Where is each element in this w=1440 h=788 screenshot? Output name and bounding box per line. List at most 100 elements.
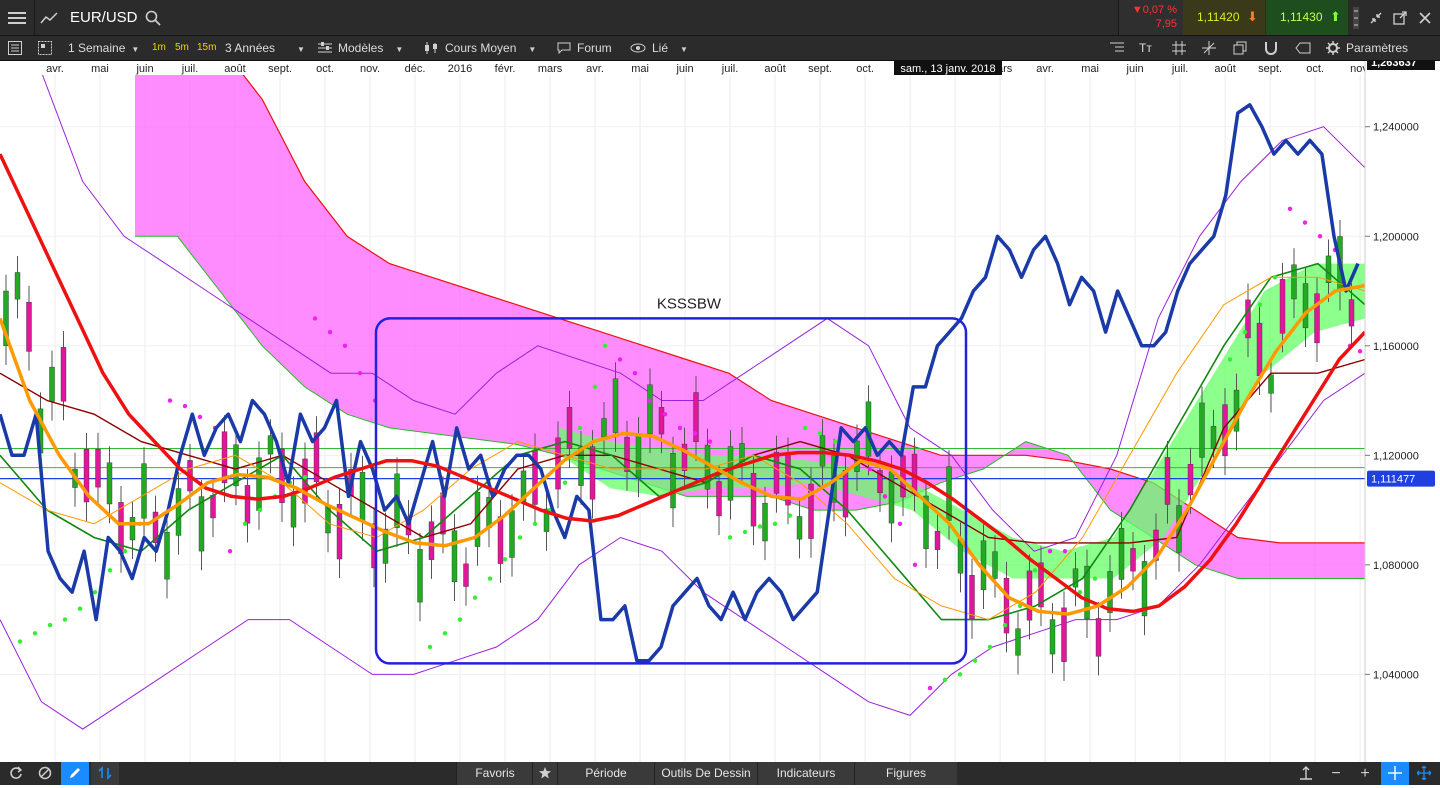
tab-indicators[interactable]: Indicateurs bbox=[757, 762, 854, 785]
menu-icon[interactable] bbox=[0, 0, 34, 35]
sar-dot bbox=[257, 507, 263, 513]
timeframe-1m[interactable]: 1m bbox=[150, 41, 168, 55]
sar-dot bbox=[1002, 622, 1008, 628]
range-value: 3 Années bbox=[225, 41, 276, 55]
candle-body bbox=[762, 502, 768, 542]
popout-icon[interactable] bbox=[1388, 0, 1412, 35]
move-icon[interactable] bbox=[1410, 762, 1438, 785]
fit-icon[interactable] bbox=[1292, 762, 1320, 785]
candle-body bbox=[129, 517, 136, 541]
chart-type-select[interactable]: Cours Moyen ▼ bbox=[424, 36, 536, 60]
linked-select[interactable]: Lié ▼ bbox=[630, 36, 688, 60]
sar-dot bbox=[692, 431, 698, 436]
interval-value: 1 Semaine bbox=[68, 41, 126, 55]
scroll-handle-icon[interactable] bbox=[1349, 0, 1363, 35]
candle-body bbox=[14, 272, 21, 300]
sar-dot bbox=[1357, 349, 1363, 354]
x-tick-label: avr. bbox=[1036, 63, 1054, 75]
candle-body bbox=[463, 563, 469, 587]
buy-button[interactable]: 1,11430 ⬆ bbox=[1266, 0, 1348, 35]
sell-button[interactable]: 1,11420 ⬇ bbox=[1183, 0, 1265, 35]
candle-body bbox=[900, 455, 906, 498]
sar-dot bbox=[802, 425, 808, 431]
candle-body bbox=[1061, 607, 1067, 662]
timeframe-15m[interactable]: 15m bbox=[195, 41, 218, 55]
grid-icon[interactable] bbox=[1172, 36, 1186, 60]
tab-favorites[interactable]: Favoris bbox=[456, 762, 533, 785]
candle-body bbox=[1348, 299, 1355, 327]
candle-body bbox=[164, 532, 170, 580]
collapse-icon[interactable] bbox=[1364, 0, 1388, 35]
indent-icon[interactable] bbox=[1110, 36, 1124, 60]
chart-toolbar: 1 Semaine ▼ 1m 5m 15m 3 Années ▼ Modèles ▼ … bbox=[0, 36, 1440, 61]
x-tick-label: mars bbox=[538, 63, 563, 75]
chart-area[interactable]: KSSSBW avr. mai juin juil. août sept. oct. nov.… bbox=[0, 0, 1440, 762]
crosshair-icon[interactable] bbox=[1381, 762, 1409, 785]
sar-dot bbox=[787, 513, 793, 518]
forum-button[interactable]: Forum bbox=[557, 36, 612, 60]
candle-body bbox=[175, 488, 182, 536]
sort-arrows-icon[interactable] bbox=[91, 762, 119, 785]
range-select[interactable]: 3 Années ▼ bbox=[225, 36, 305, 60]
settings-label: Paramètres bbox=[1346, 41, 1409, 55]
candle-body bbox=[647, 384, 653, 435]
candle-body bbox=[1210, 426, 1217, 450]
sar-dot bbox=[1257, 302, 1263, 307]
interval-select[interactable]: 1 Semaine ▼ bbox=[68, 36, 139, 60]
candle-body bbox=[1314, 293, 1320, 344]
x-tick-label: sept. bbox=[268, 63, 292, 75]
close-icon[interactable] bbox=[1412, 0, 1438, 35]
x-axis: avr. mai juin juil. août sept. oct. nov. déc. 201… bbox=[0, 61, 1440, 75]
sar-dot bbox=[817, 431, 823, 436]
disable-icon[interactable] bbox=[31, 762, 59, 785]
sar-dot bbox=[342, 343, 348, 348]
text-tool[interactable]: Tт bbox=[1139, 36, 1152, 60]
candle-body bbox=[1199, 402, 1205, 458]
settings-button[interactable]: Paramètres bbox=[1326, 36, 1408, 60]
layout-grid-icon[interactable] bbox=[38, 36, 52, 60]
sar-dot bbox=[882, 494, 888, 499]
sar-dot bbox=[327, 329, 333, 335]
x-tick-label: mai bbox=[91, 63, 109, 75]
candle-body bbox=[1049, 619, 1056, 655]
crosshair-settings-icon[interactable] bbox=[1202, 36, 1216, 60]
up-arrow-icon: ⬆ bbox=[1330, 9, 1341, 24]
search-icon[interactable] bbox=[143, 0, 163, 35]
sar-dot bbox=[757, 524, 763, 529]
sar-dot bbox=[1317, 234, 1323, 239]
eraser-icon[interactable] bbox=[1295, 36, 1311, 60]
x-tick-label: juin bbox=[1126, 63, 1144, 75]
symbol-label[interactable]: EUR/USD bbox=[70, 0, 138, 35]
buy-price: 1,11430 bbox=[1280, 10, 1323, 24]
candle-body bbox=[727, 446, 734, 501]
sliders-icon bbox=[318, 42, 332, 53]
x-tick-label: mai bbox=[631, 63, 649, 75]
sar-dot bbox=[677, 425, 683, 431]
candle-body bbox=[359, 472, 366, 522]
sar-dot bbox=[167, 398, 173, 403]
candle-body bbox=[267, 435, 274, 455]
sar-dot bbox=[617, 357, 623, 362]
star-icon[interactable] bbox=[532, 762, 557, 785]
tab-period[interactable]: Période bbox=[557, 762, 654, 785]
x-tick-label: 2016 bbox=[448, 63, 472, 75]
candle-body bbox=[658, 407, 665, 435]
tab-drawing-tools[interactable]: Outils De Dessin bbox=[654, 762, 757, 785]
zoom-in-icon[interactable]: + bbox=[1351, 762, 1379, 785]
price-chart[interactable]: KSSSBW avr. mai juin juil. août sept. oct. nov.… bbox=[0, 0, 1440, 762]
models-menu[interactable]: Modèles ▼ bbox=[318, 36, 403, 60]
x-tick-label: juil. bbox=[721, 63, 739, 75]
list-icon[interactable] bbox=[8, 36, 22, 60]
x-tick-label: juin bbox=[675, 63, 693, 75]
pencil-icon[interactable] bbox=[61, 762, 89, 785]
magnet-icon[interactable] bbox=[1265, 36, 1277, 60]
chart-line-icon[interactable] bbox=[34, 0, 63, 35]
change-pct: ▼0,07 % bbox=[1131, 4, 1177, 16]
zoom-out-icon[interactable]: − bbox=[1322, 762, 1350, 785]
candle-body bbox=[1118, 528, 1125, 580]
refresh-icon[interactable] bbox=[2, 762, 30, 785]
layers-icon[interactable] bbox=[1233, 36, 1247, 60]
tab-figures[interactable]: Figures bbox=[854, 762, 957, 785]
x-tick-label: août bbox=[764, 63, 785, 75]
timeframe-5m[interactable]: 5m bbox=[173, 41, 191, 55]
